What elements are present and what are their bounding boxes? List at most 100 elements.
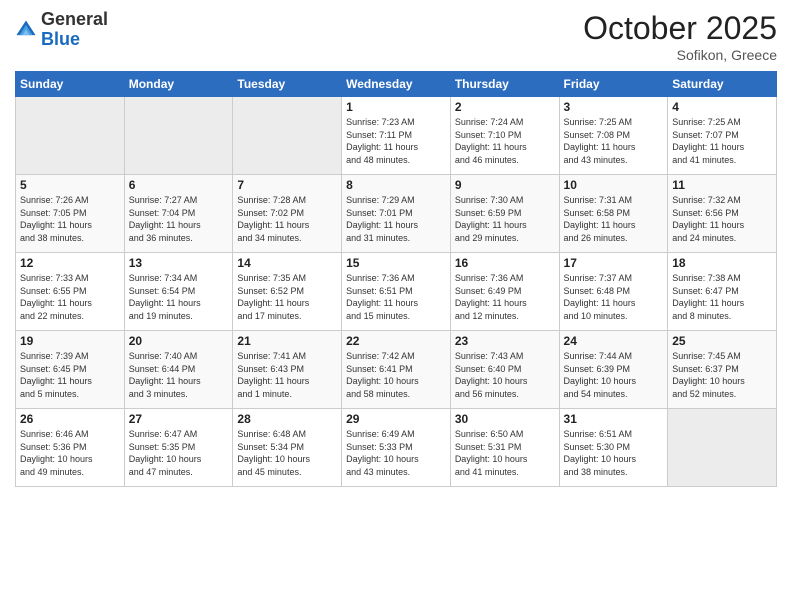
col-monday: Monday <box>124 72 233 97</box>
calendar-cell-2-3: 7 Sunrise: 7:28 AM Sunset: 7:02 PM Daylig… <box>233 175 342 253</box>
day-info: Sunrise: 6:47 AM Sunset: 5:35 PM Dayligh… <box>129 428 229 478</box>
page-container: General Blue October 2025 Sofikon, Greec… <box>0 0 792 612</box>
day-info: Sunrise: 7:37 AM Sunset: 6:48 PM Dayligh… <box>564 272 664 322</box>
day-number: 27 <box>129 412 229 426</box>
day-info: Sunrise: 7:34 AM Sunset: 6:54 PM Dayligh… <box>129 272 229 322</box>
day-info: Sunrise: 7:28 AM Sunset: 7:02 PM Dayligh… <box>237 194 337 244</box>
calendar-week-row-4: 19 Sunrise: 7:39 AM Sunset: 6:45 PM Dayli… <box>16 331 777 409</box>
day-number: 2 <box>455 100 555 114</box>
day-info: Sunrise: 7:33 AM Sunset: 6:55 PM Dayligh… <box>20 272 120 322</box>
calendar-cell-5-5: 30 Sunrise: 6:50 AM Sunset: 5:31 PM Dayli… <box>450 409 559 487</box>
day-info: Sunrise: 6:48 AM Sunset: 5:34 PM Dayligh… <box>237 428 337 478</box>
calendar-cell-2-6: 10 Sunrise: 7:31 AM Sunset: 6:58 PM Dayli… <box>559 175 668 253</box>
calendar-cell-5-4: 29Sunrise: 6:49 AM Sunset: 5:33 PM Dayli… <box>342 409 451 487</box>
day-number: 31 <box>564 412 664 426</box>
day-info: Sunrise: 7:35 AM Sunset: 6:52 PM Dayligh… <box>237 272 337 322</box>
calendar-cell-3-7: 18 Sunrise: 7:38 AM Sunset: 6:47 PM Dayli… <box>668 253 777 331</box>
calendar-cell-4-4: 22Sunrise: 7:42 AM Sunset: 6:41 PM Dayli… <box>342 331 451 409</box>
calendar-cell-3-5: 16Sunrise: 7:36 AM Sunset: 6:49 PM Dayli… <box>450 253 559 331</box>
day-number: 11 <box>672 178 772 192</box>
day-info: Sunrise: 7:42 AM Sunset: 6:41 PM Dayligh… <box>346 350 446 400</box>
day-info: Sunrise: 7:39 AM Sunset: 6:45 PM Dayligh… <box>20 350 120 400</box>
calendar-cell-5-7 <box>668 409 777 487</box>
calendar-cell-4-6: 24 Sunrise: 7:44 AM Sunset: 6:39 PM Dayli… <box>559 331 668 409</box>
day-number: 13 <box>129 256 229 270</box>
logo-icon <box>15 19 37 41</box>
day-info: Sunrise: 7:30 AM Sunset: 6:59 PM Dayligh… <box>455 194 555 244</box>
day-number: 30 <box>455 412 555 426</box>
col-sunday: Sunday <box>16 72 125 97</box>
day-info: Sunrise: 7:31 AM Sunset: 6:58 PM Dayligh… <box>564 194 664 244</box>
page-header: General Blue October 2025 Sofikon, Greec… <box>15 10 777 63</box>
calendar-cell-1-5: 2Sunrise: 7:24 AM Sunset: 7:10 PM Daylig… <box>450 97 559 175</box>
calendar-cell-2-4: 8Sunrise: 7:29 AM Sunset: 7:01 PM Daylig… <box>342 175 451 253</box>
calendar-week-row-1: 1 Sunrise: 7:23 AM Sunset: 7:11 PM Daylig… <box>16 97 777 175</box>
day-number: 26 <box>20 412 120 426</box>
day-info: Sunrise: 7:45 AM Sunset: 6:37 PM Dayligh… <box>672 350 772 400</box>
day-info: Sunrise: 7:36 AM Sunset: 6:51 PM Dayligh… <box>346 272 446 322</box>
day-number: 24 <box>564 334 664 348</box>
col-friday: Friday <box>559 72 668 97</box>
logo-general: General <box>41 9 108 29</box>
calendar-cell-1-7: 4Sunrise: 7:25 AM Sunset: 7:07 PM Daylig… <box>668 97 777 175</box>
day-info: Sunrise: 7:27 AM Sunset: 7:04 PM Dayligh… <box>129 194 229 244</box>
day-number: 17 <box>564 256 664 270</box>
day-info: Sunrise: 7:43 AM Sunset: 6:40 PM Dayligh… <box>455 350 555 400</box>
calendar-cell-4-5: 23 Sunrise: 7:43 AM Sunset: 6:40 PM Dayli… <box>450 331 559 409</box>
day-number: 10 <box>564 178 664 192</box>
calendar-cell-3-2: 13 Sunrise: 7:34 AM Sunset: 6:54 PM Dayli… <box>124 253 233 331</box>
calendar-cell-5-3: 28Sunrise: 6:48 AM Sunset: 5:34 PM Dayli… <box>233 409 342 487</box>
calendar-cell-3-1: 12 Sunrise: 7:33 AM Sunset: 6:55 PM Dayli… <box>16 253 125 331</box>
day-number: 18 <box>672 256 772 270</box>
day-info: Sunrise: 6:49 AM Sunset: 5:33 PM Dayligh… <box>346 428 446 478</box>
day-info: Sunrise: 7:23 AM Sunset: 7:11 PM Dayligh… <box>346 116 446 166</box>
day-number: 12 <box>20 256 120 270</box>
day-number: 14 <box>237 256 337 270</box>
day-number: 7 <box>237 178 337 192</box>
day-info: Sunrise: 7:40 AM Sunset: 6:44 PM Dayligh… <box>129 350 229 400</box>
calendar-cell-4-7: 25Sunrise: 7:45 AM Sunset: 6:37 PM Dayli… <box>668 331 777 409</box>
col-thursday: Thursday <box>450 72 559 97</box>
month-title: October 2025 <box>583 10 777 47</box>
calendar-cell-4-1: 19 Sunrise: 7:39 AM Sunset: 6:45 PM Dayli… <box>16 331 125 409</box>
calendar-cell-5-6: 31Sunrise: 6:51 AM Sunset: 5:30 PM Dayli… <box>559 409 668 487</box>
day-number: 1 <box>346 100 446 114</box>
calendar-cell-2-7: 11 Sunrise: 7:32 AM Sunset: 6:56 PM Dayli… <box>668 175 777 253</box>
logo-blue: Blue <box>41 29 80 49</box>
calendar-week-row-3: 12 Sunrise: 7:33 AM Sunset: 6:55 PM Dayli… <box>16 253 777 331</box>
day-info: Sunrise: 7:38 AM Sunset: 6:47 PM Dayligh… <box>672 272 772 322</box>
col-wednesday: Wednesday <box>342 72 451 97</box>
calendar-cell-1-6: 3 Sunrise: 7:25 AM Sunset: 7:08 PM Daylig… <box>559 97 668 175</box>
calendar-cell-3-4: 15 Sunrise: 7:36 AM Sunset: 6:51 PM Dayli… <box>342 253 451 331</box>
day-number: 8 <box>346 178 446 192</box>
day-number: 23 <box>455 334 555 348</box>
calendar-cell-4-3: 21Sunrise: 7:41 AM Sunset: 6:43 PM Dayli… <box>233 331 342 409</box>
title-area: October 2025 Sofikon, Greece <box>583 10 777 63</box>
calendar-cell-2-1: 5 Sunrise: 7:26 AM Sunset: 7:05 PM Daylig… <box>16 175 125 253</box>
day-number: 9 <box>455 178 555 192</box>
logo: General Blue <box>15 10 108 50</box>
calendar-cell-4-2: 20 Sunrise: 7:40 AM Sunset: 6:44 PM Dayli… <box>124 331 233 409</box>
day-info: Sunrise: 7:32 AM Sunset: 6:56 PM Dayligh… <box>672 194 772 244</box>
day-info: Sunrise: 7:26 AM Sunset: 7:05 PM Dayligh… <box>20 194 120 244</box>
day-number: 5 <box>20 178 120 192</box>
day-info: Sunrise: 6:50 AM Sunset: 5:31 PM Dayligh… <box>455 428 555 478</box>
calendar-cell-5-2: 27 Sunrise: 6:47 AM Sunset: 5:35 PM Dayli… <box>124 409 233 487</box>
logo-text: General Blue <box>41 10 108 50</box>
day-number: 20 <box>129 334 229 348</box>
calendar-cell-2-2: 6 Sunrise: 7:27 AM Sunset: 7:04 PM Daylig… <box>124 175 233 253</box>
day-number: 6 <box>129 178 229 192</box>
calendar-cell-5-1: 26Sunrise: 6:46 AM Sunset: 5:36 PM Dayli… <box>16 409 125 487</box>
day-number: 21 <box>237 334 337 348</box>
calendar-cell-2-5: 9 Sunrise: 7:30 AM Sunset: 6:59 PM Daylig… <box>450 175 559 253</box>
calendar-cell-1-1 <box>16 97 125 175</box>
day-number: 15 <box>346 256 446 270</box>
calendar-header-row: Sunday Monday Tuesday Wednesday Thursday… <box>16 72 777 97</box>
day-info: Sunrise: 7:44 AM Sunset: 6:39 PM Dayligh… <box>564 350 664 400</box>
day-number: 16 <box>455 256 555 270</box>
day-number: 19 <box>20 334 120 348</box>
calendar-week-row-5: 26Sunrise: 6:46 AM Sunset: 5:36 PM Dayli… <box>16 409 777 487</box>
day-info: Sunrise: 7:25 AM Sunset: 7:08 PM Dayligh… <box>564 116 664 166</box>
day-number: 3 <box>564 100 664 114</box>
calendar-cell-1-3 <box>233 97 342 175</box>
